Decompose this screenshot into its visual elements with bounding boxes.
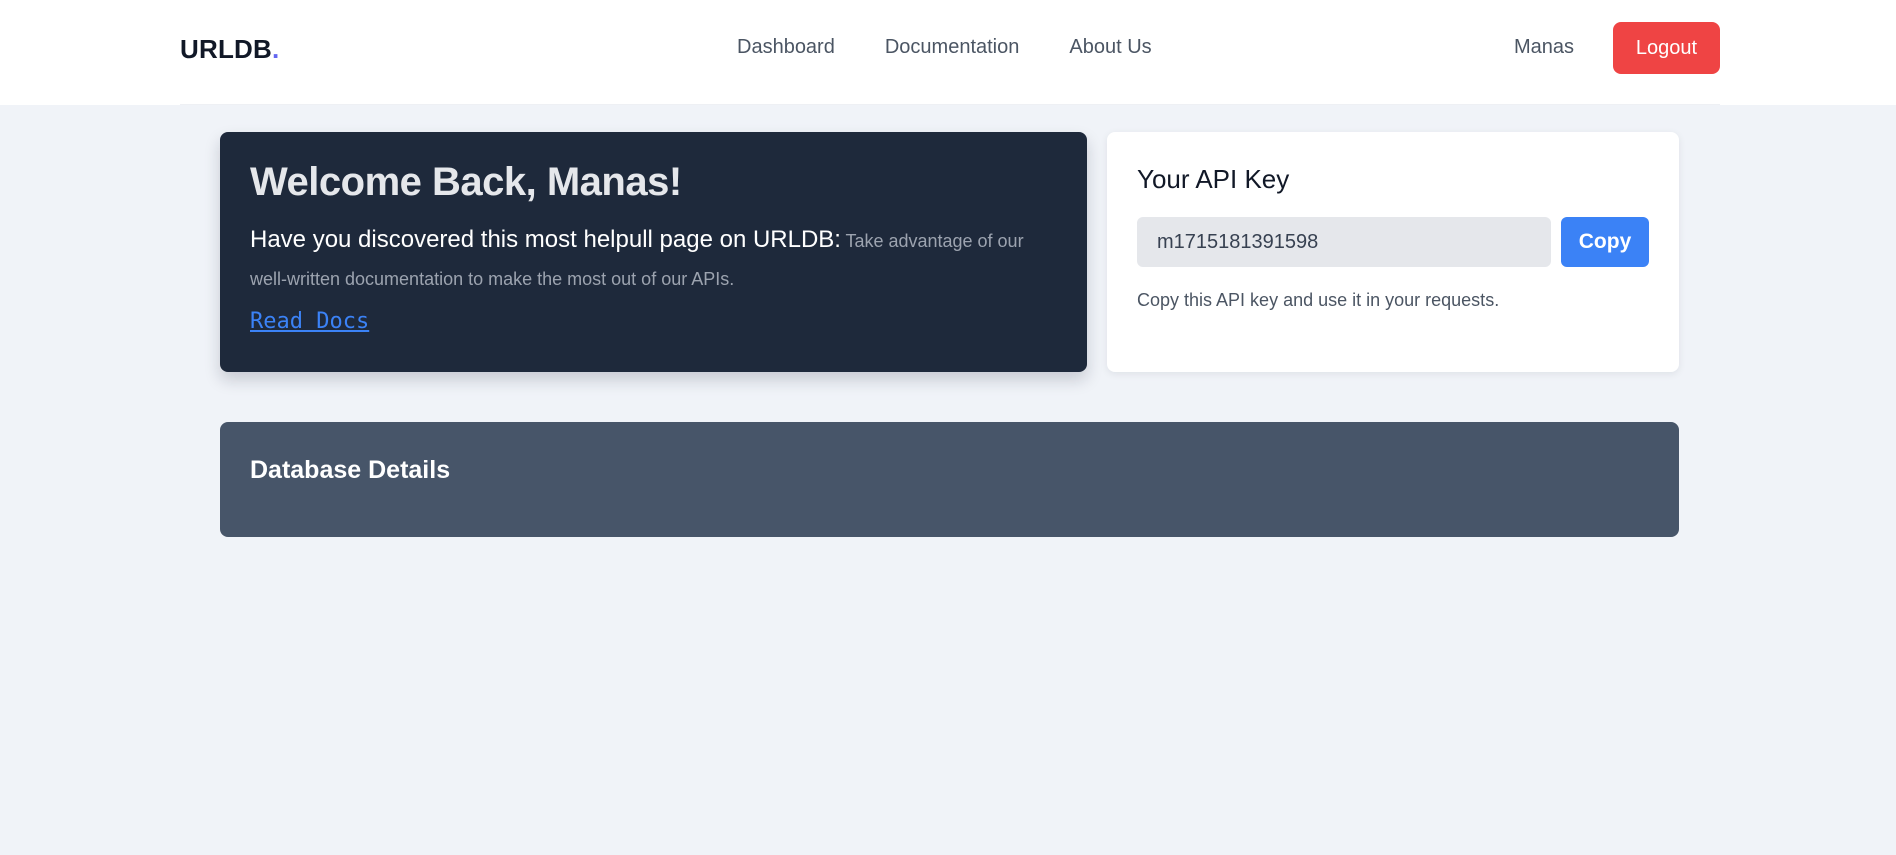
api-key-card: Your API Key Copy Copy this API key and … <box>1107 132 1679 372</box>
read-docs-link[interactable]: Read Docs <box>250 309 369 334</box>
welcome-text: Have you discovered this most helpull pa… <box>250 222 1050 299</box>
api-key-help-text: Copy this API key and use it in your req… <box>1137 290 1500 310</box>
user-name[interactable]: Manas <box>1514 36 1574 59</box>
brand-logo[interactable]: URLDB. <box>180 34 279 65</box>
database-details-title: Database Details <box>250 456 451 484</box>
nav-link-about-us[interactable]: About Us <box>1069 36 1151 59</box>
navbar-inner: URLDB. Dashboard Documentation About Us … <box>180 0 1720 105</box>
main-nav: Dashboard Documentation About Us <box>737 36 1202 59</box>
brand-name: URLDB <box>180 34 272 64</box>
api-key-field[interactable] <box>1137 217 1551 267</box>
api-key-row: Copy <box>1137 217 1649 267</box>
navbar: URLDB. Dashboard Documentation About Us … <box>0 0 1896 105</box>
nav-link-dashboard[interactable]: Dashboard <box>737 36 835 59</box>
brand-dot: . <box>272 34 280 64</box>
welcome-title: Welcome Back, Manas! <box>250 160 682 204</box>
api-key-title: Your API Key <box>1137 164 1290 194</box>
database-details-card: Database Details <box>220 422 1679 537</box>
nav-link-documentation[interactable]: Documentation <box>885 36 1020 59</box>
copy-button[interactable]: Copy <box>1561 217 1649 267</box>
logout-button[interactable]: Logout <box>1613 22 1720 74</box>
welcome-lead: Have you discovered this most helpull pa… <box>250 226 841 253</box>
welcome-card: Welcome Back, Manas! Have you discovered… <box>220 132 1087 372</box>
